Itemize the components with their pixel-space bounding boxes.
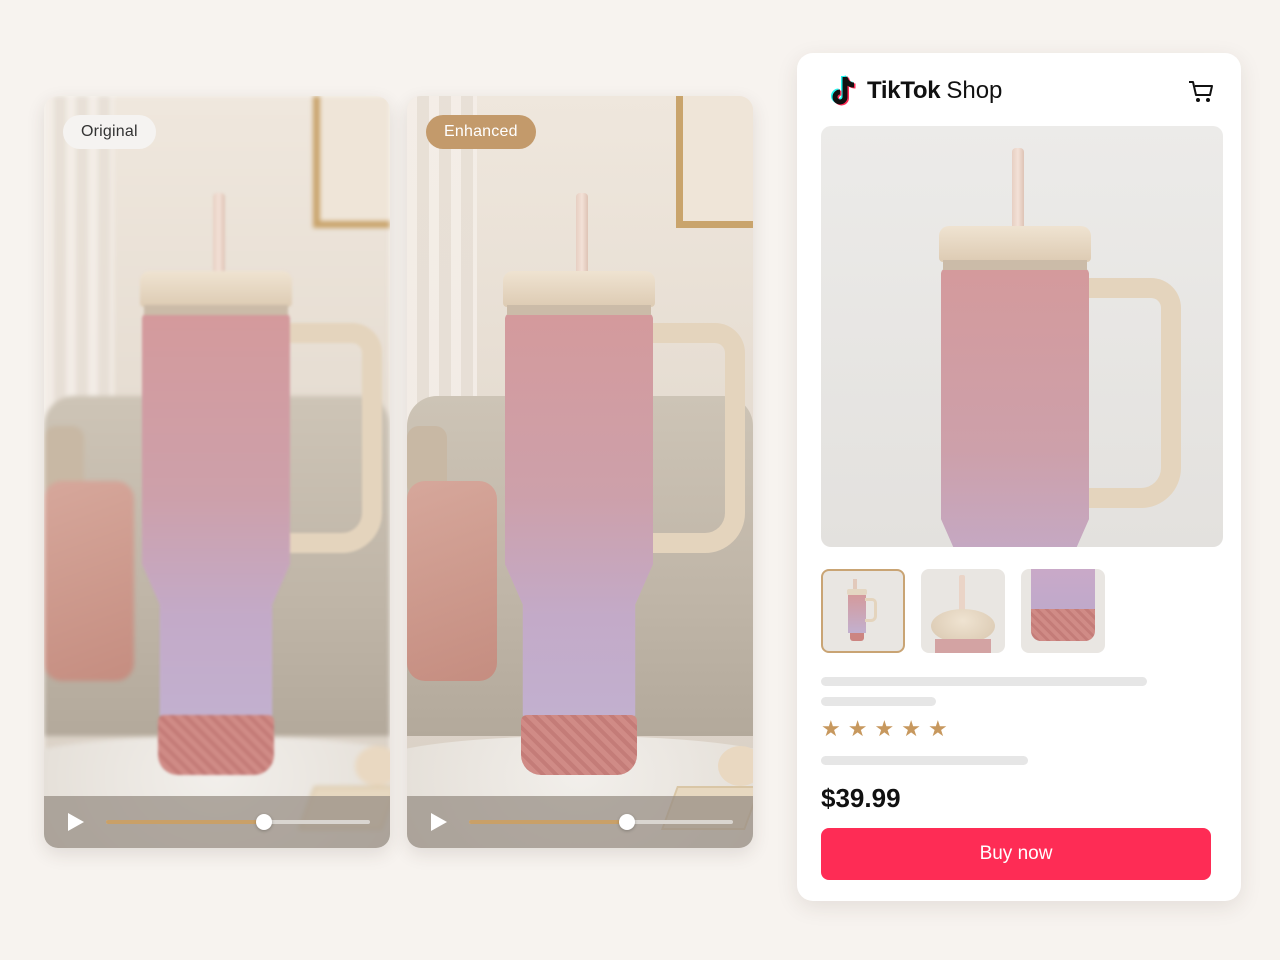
scrubber-handle[interactable] [619, 814, 636, 830]
play-icon[interactable] [431, 813, 447, 831]
thumbnail-lid[interactable] [921, 569, 1005, 653]
original-video-card[interactable]: Original [44, 96, 390, 848]
subtitle-placeholder-line [821, 697, 936, 706]
progress-fill [469, 820, 628, 824]
description-placeholder-line [821, 756, 1028, 765]
star-icon: ★ [901, 716, 921, 741]
title-placeholder-line [821, 677, 1147, 686]
star-icon: ★ [927, 716, 948, 741]
progress-bar[interactable] [469, 814, 733, 830]
video-controls [407, 796, 753, 848]
enhanced-video-card[interactable]: Enhanced [407, 96, 753, 848]
brand-suffix: Shop [946, 77, 1003, 104]
rating-stars: ★ ★ ★ ★ ★ [821, 718, 948, 740]
scrubber-handle[interactable] [256, 814, 273, 830]
tumbler-image [939, 148, 1181, 547]
tumbler-image [503, 193, 745, 783]
product-price: $39.99 [821, 783, 901, 813]
product-hero-image[interactable] [821, 126, 1223, 547]
video-controls [44, 796, 390, 848]
thumbnail-tumbler[interactable] [821, 569, 905, 653]
star-icon: ★ [821, 716, 841, 741]
buy-now-button[interactable]: Buy now [821, 828, 1211, 880]
enhanced-badge: Enhanced [426, 115, 536, 149]
product-card: TikTok Shop ★ ★ ★ ★ ★ $39.99 Buy now [797, 53, 1241, 901]
progress-fill [106, 820, 265, 824]
thumbnail-strip [821, 569, 1105, 653]
star-icon: ★ [847, 716, 868, 741]
tiktok-logo-icon [831, 75, 856, 106]
original-badge: Original [63, 115, 156, 149]
cart-icon[interactable] [1185, 75, 1217, 107]
tumbler-image [140, 193, 382, 783]
brand-name: TikTok [867, 77, 941, 104]
star-icon: ★ [874, 716, 895, 741]
shop-header: TikTok Shop [829, 71, 1217, 111]
play-icon[interactable] [68, 813, 84, 831]
thumbnail-base[interactable] [1021, 569, 1105, 653]
progress-bar[interactable] [106, 814, 370, 830]
